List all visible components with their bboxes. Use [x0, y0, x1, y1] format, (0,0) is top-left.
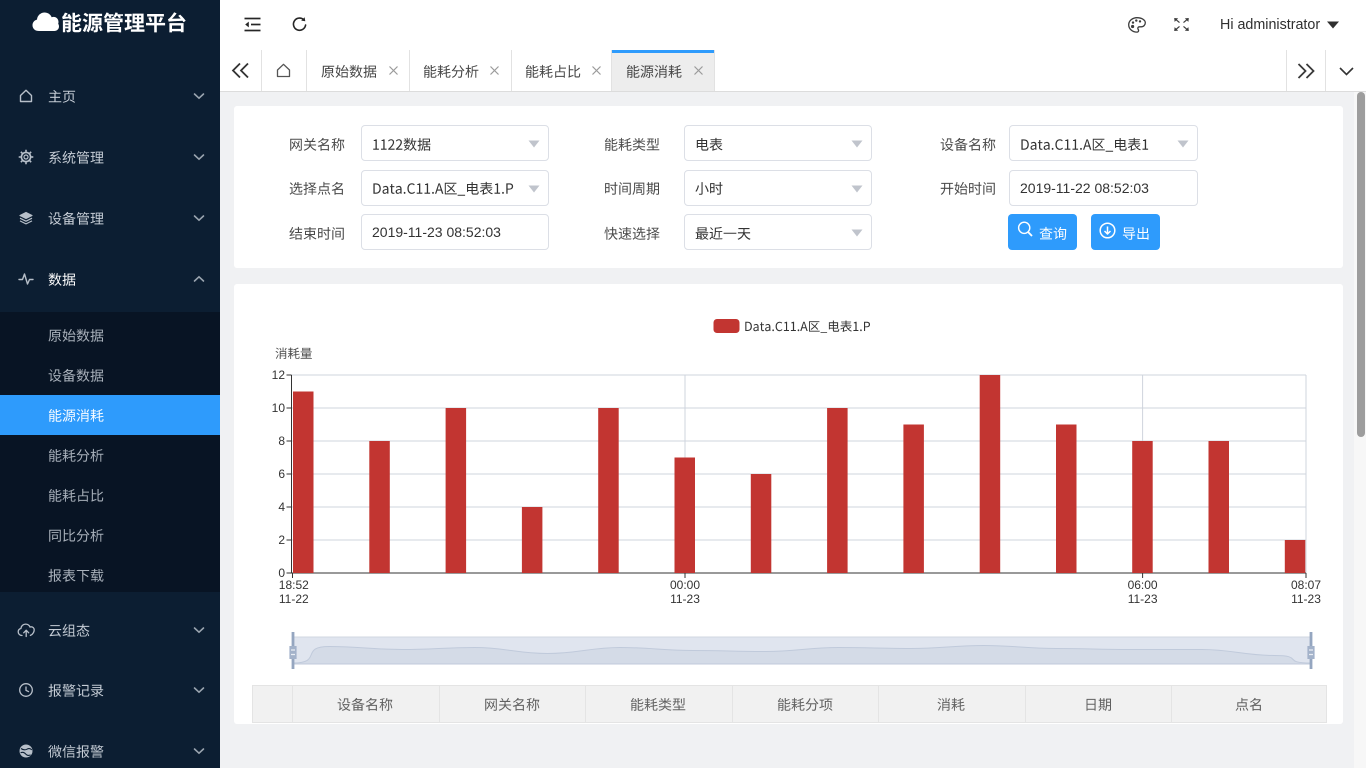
svg-text:11-23: 11-23: [670, 592, 700, 606]
svg-text:08:07: 08:07: [1291, 578, 1321, 592]
svg-text:12: 12: [272, 368, 286, 382]
svg-text:8: 8: [278, 434, 285, 448]
svg-text:6: 6: [278, 467, 285, 481]
svg-text:11-22: 11-22: [279, 592, 309, 606]
svg-text:00:00: 00:00: [670, 578, 700, 592]
svg-text:4: 4: [278, 500, 285, 514]
svg-text:06:00: 06:00: [1128, 578, 1158, 592]
svg-text:2: 2: [278, 533, 285, 547]
svg-text:11-23: 11-23: [1128, 592, 1158, 606]
svg-text:18:52: 18:52: [279, 578, 309, 592]
svg-text:10: 10: [272, 401, 286, 415]
svg-text:11-23: 11-23: [1291, 592, 1321, 606]
